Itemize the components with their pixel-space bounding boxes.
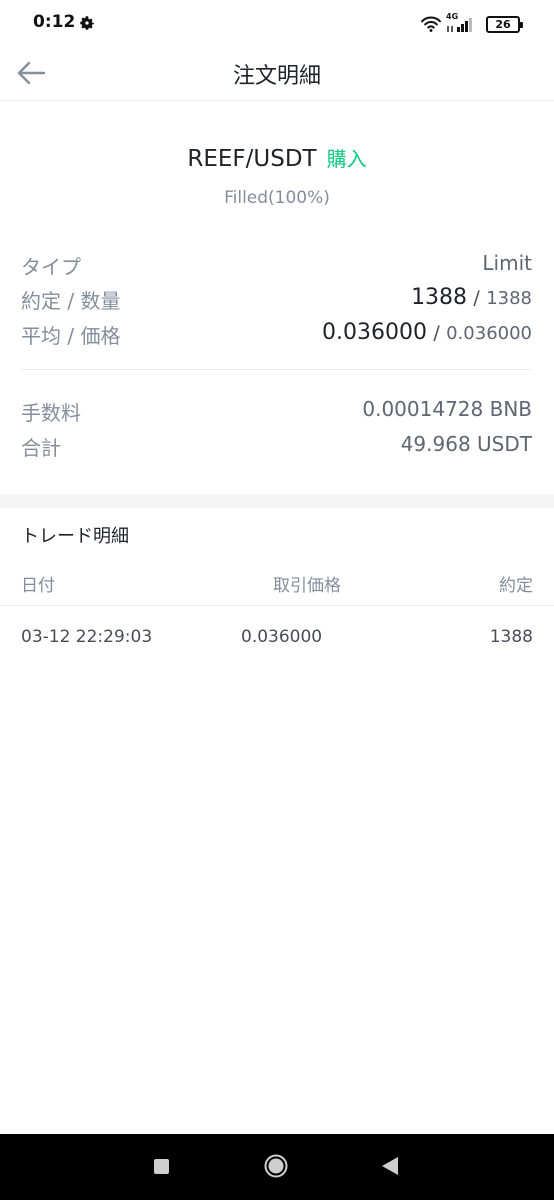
column-header-price: 取引価格	[273, 576, 341, 596]
trade-filled: 1388	[489, 627, 533, 647]
order-status: Filled(100%)	[224, 188, 330, 208]
wifi-icon	[421, 16, 441, 32]
filled-value: 1388	[411, 285, 468, 310]
signal-icon: 4G	[446, 12, 476, 34]
avg-price-row: 平均 / 価格 0.036000 / 0.036000	[21, 320, 532, 350]
app-bar: 注文明細	[0, 48, 554, 101]
avg-price-label: 平均 / 価格	[21, 324, 121, 348]
section-separator	[0, 494, 554, 508]
divider	[21, 369, 532, 370]
gear-icon	[80, 16, 94, 30]
order-type-value: Limit	[482, 251, 532, 275]
total-row: 合計 49.968 USDT	[21, 432, 532, 462]
status-time: 0:12	[33, 12, 76, 32]
status-bar: 0:12 4G 26	[0, 0, 554, 48]
fee-label: 手数料	[21, 401, 81, 425]
limit-price: 0.036000	[446, 323, 532, 344]
system-nav-bar	[0, 1134, 554, 1200]
filled-amount-row: 約定 / 数量 1388 / 1388	[21, 285, 532, 315]
value-separator: /	[473, 287, 480, 309]
nav-back-icon[interactable]	[381, 1156, 399, 1176]
battery-icon: 26	[486, 16, 523, 33]
total-label: 合計	[21, 436, 61, 460]
trading-pair: REEF/USDT	[187, 146, 317, 172]
filled-amount-label: 約定 / 数量	[21, 289, 121, 313]
battery-level: 26	[495, 18, 511, 31]
filled-amount-value: 1388 / 1388	[411, 285, 532, 310]
column-header-filled: 約定	[499, 576, 533, 596]
trade-price: 0.036000	[241, 627, 323, 647]
total-value: 49.968 USDT	[400, 432, 532, 456]
table-divider	[0, 605, 554, 606]
trade-date: 03-12 22:29:03	[21, 627, 153, 647]
recents-icon[interactable]	[154, 1159, 169, 1174]
order-type-label: タイプ	[21, 255, 81, 279]
order-type-row: タイプ Limit	[21, 251, 532, 281]
amount-value: 1388	[486, 288, 532, 309]
order-side: 購入	[326, 147, 367, 171]
fee-row: 手数料 0.00014728 BNB	[21, 397, 532, 427]
value-separator: /	[433, 322, 440, 344]
home-icon[interactable]	[264, 1154, 288, 1178]
avg-price-value: 0.036000 / 0.036000	[322, 320, 532, 345]
page-title: 注文明細	[232, 64, 321, 89]
column-header-date: 日付	[21, 576, 55, 596]
trade-details-title: トレード明細	[21, 526, 129, 547]
order-pair-row: REEF/USDT 購入	[0, 143, 554, 172]
avg-price: 0.036000	[322, 320, 427, 345]
fee-value: 0.00014728 BNB	[362, 397, 532, 421]
